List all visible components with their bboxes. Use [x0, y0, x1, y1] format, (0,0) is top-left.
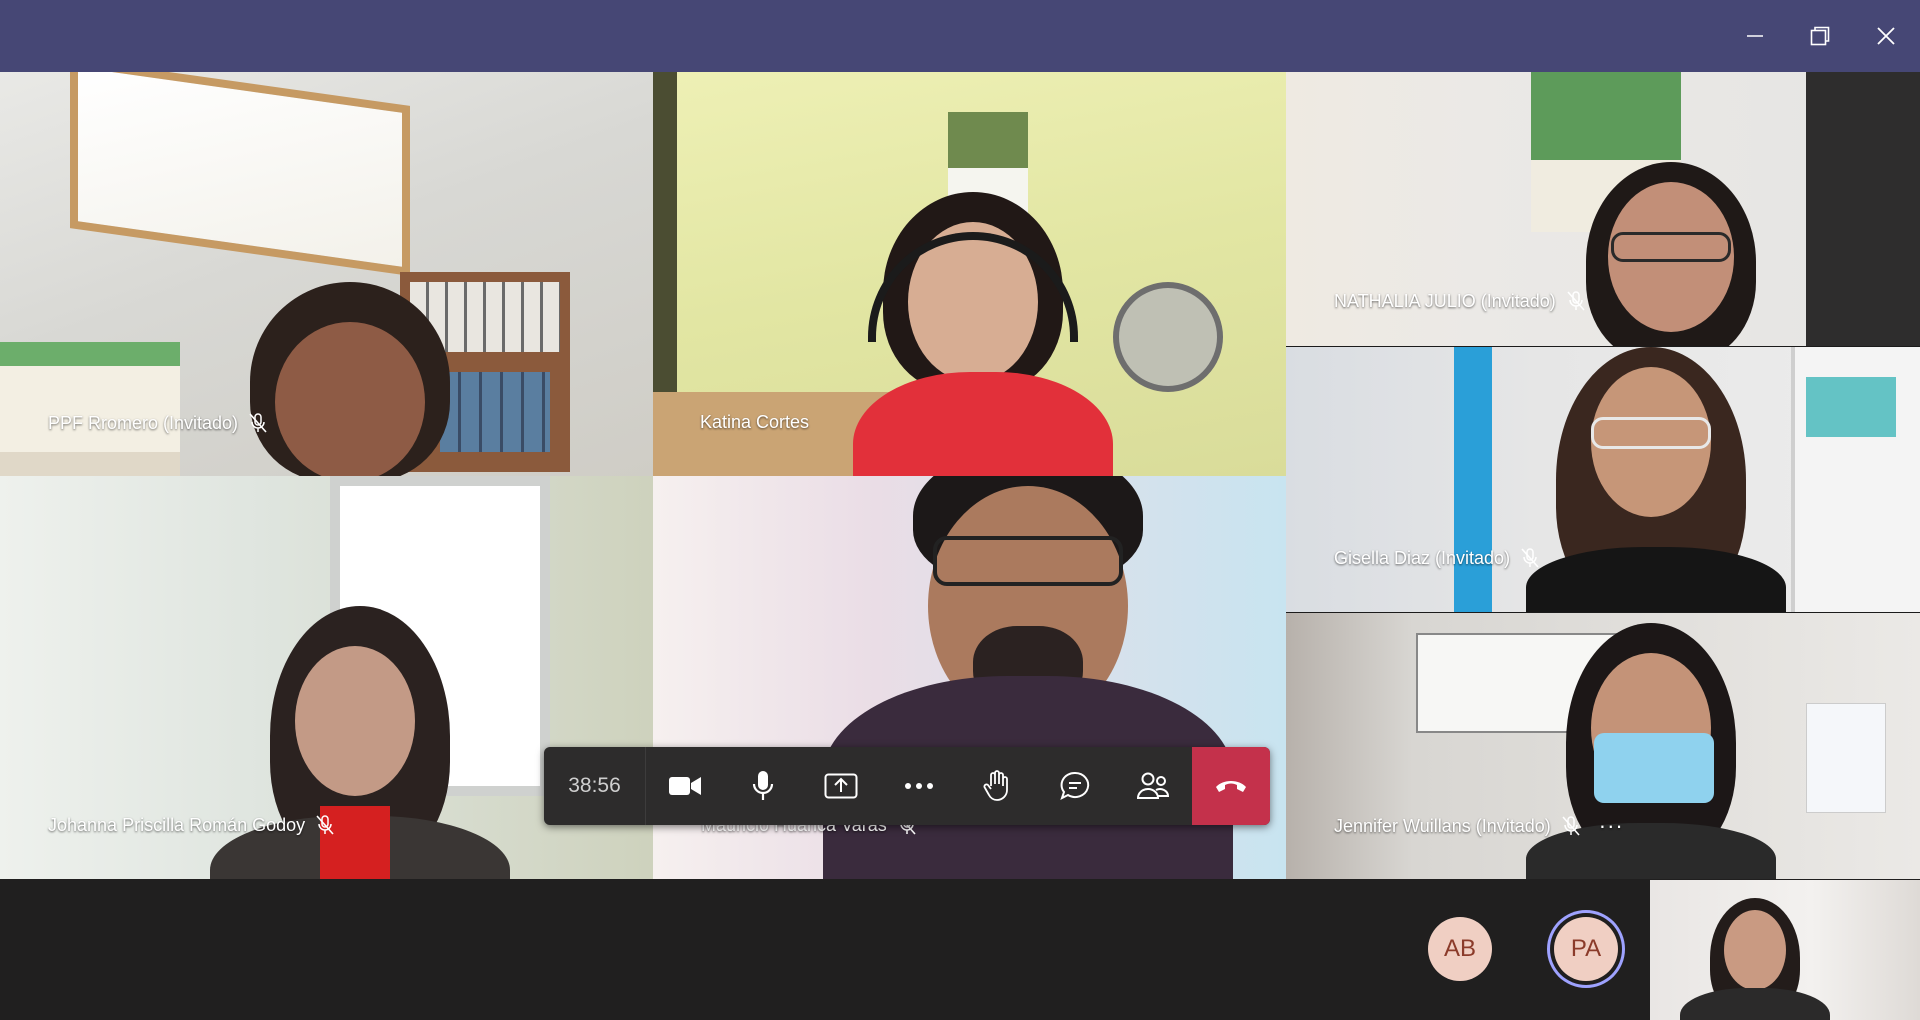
mic-muted-icon — [1566, 290, 1586, 312]
video-tile[interactable]: NATHALIA JULIO (Invitado) — [1286, 72, 1920, 346]
restore-icon[interactable] — [1798, 14, 1842, 58]
close-icon[interactable] — [1864, 14, 1908, 58]
participant-name: PPF Rromero (Invitado) — [48, 412, 239, 433]
participant-name-row: Johanna Priscilla Román Godoy — [48, 814, 335, 836]
more-actions-icon[interactable] — [880, 747, 958, 825]
more-options-icon[interactable]: ··· — [1599, 813, 1624, 839]
participant-name: NATHALIA JULIO (Invitado) — [1334, 290, 1556, 311]
hang-up-icon[interactable] — [1192, 747, 1270, 825]
poster-image — [0, 342, 180, 476]
video-tile[interactable]: PPF Rromero (Invitado) — [0, 72, 653, 476]
participant-name: Gisella Diaz (Invitado) — [1334, 547, 1511, 568]
mic-muted-icon — [1520, 547, 1540, 569]
participant-name-row: Gisella Diaz (Invitado) — [1334, 547, 1540, 569]
participant-avatar[interactable]: PA — [1554, 917, 1618, 981]
participant-name-row: Katina Cortes — [700, 412, 809, 433]
chat-icon[interactable] — [1036, 747, 1114, 825]
participant-avatar[interactable]: AB — [1428, 917, 1492, 981]
participant-name: Johanna Priscilla Román Godoy — [48, 814, 306, 835]
call-controls: 38:56 — [544, 747, 1270, 825]
title-bar — [0, 0, 1920, 72]
participant-name: Katina Cortes — [700, 412, 810, 432]
raise-hand-icon[interactable] — [958, 747, 1036, 825]
video-tile[interactable]: Jennifer Wuillans (Invitado) ··· — [1286, 612, 1920, 879]
share-screen-icon[interactable] — [802, 747, 880, 825]
participant-name-row: NATHALIA JULIO (Invitado) — [1334, 290, 1586, 312]
participant-name-row: PPF Rromero (Invitado) — [48, 412, 268, 434]
video-tile[interactable]: Gisella Diaz (Invitado) — [1286, 346, 1920, 612]
mic-muted-icon — [248, 412, 268, 434]
mic-muted-icon — [1561, 815, 1581, 837]
mic-muted-icon — [315, 814, 335, 836]
participant-name: Jennifer Wuillans (Invitado) — [1334, 815, 1551, 836]
door-image — [1454, 347, 1492, 612]
camera-icon[interactable] — [646, 747, 724, 825]
drawing-image — [1806, 703, 1886, 813]
shelf-image — [1806, 72, 1920, 346]
call-timer: 38:56 — [544, 747, 646, 825]
binders-image — [440, 372, 550, 452]
minimize-icon[interactable] — [1733, 14, 1777, 58]
self-view-video[interactable] — [1650, 880, 1920, 1020]
participant-name-row: Jennifer Wuillans (Invitado) ··· — [1334, 813, 1624, 839]
participants-icon[interactable] — [1114, 747, 1192, 825]
box-image — [1806, 377, 1896, 437]
microphone-icon[interactable] — [724, 747, 802, 825]
video-tile[interactable]: Katina Cortes — [653, 72, 1286, 476]
fan-image — [1113, 282, 1223, 392]
